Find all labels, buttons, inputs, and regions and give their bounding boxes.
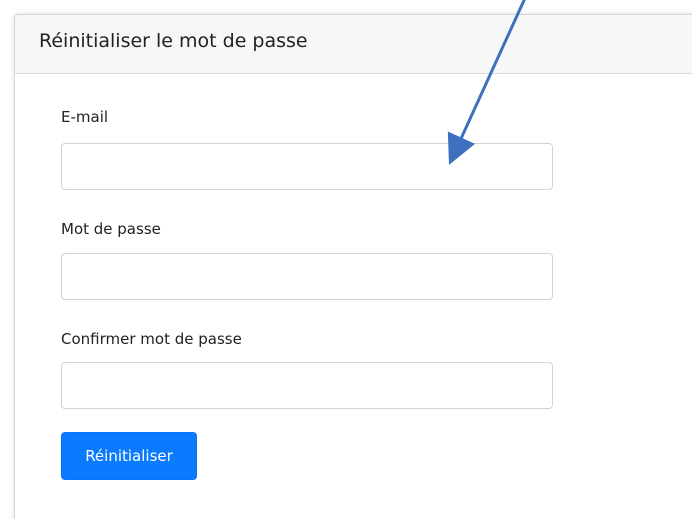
card-header: Réinitialiser le mot de passe: [15, 15, 692, 74]
password-field[interactable]: [61, 253, 553, 300]
password-label: Mot de passe: [61, 220, 161, 238]
page: Réinitialiser le mot de passe E-mail Mot…: [0, 0, 692, 519]
reset-button[interactable]: Réinitialiser: [61, 432, 197, 480]
email-label: E-mail: [61, 108, 109, 126]
reset-password-card: Réinitialiser le mot de passe E-mail Mot…: [14, 14, 692, 519]
confirm-password-label: Confirmer mot de passe: [61, 330, 242, 348]
page-title: Réinitialiser le mot de passe: [39, 30, 308, 52]
confirm-password-field[interactable]: [61, 362, 553, 409]
email-field[interactable]: [61, 143, 553, 190]
